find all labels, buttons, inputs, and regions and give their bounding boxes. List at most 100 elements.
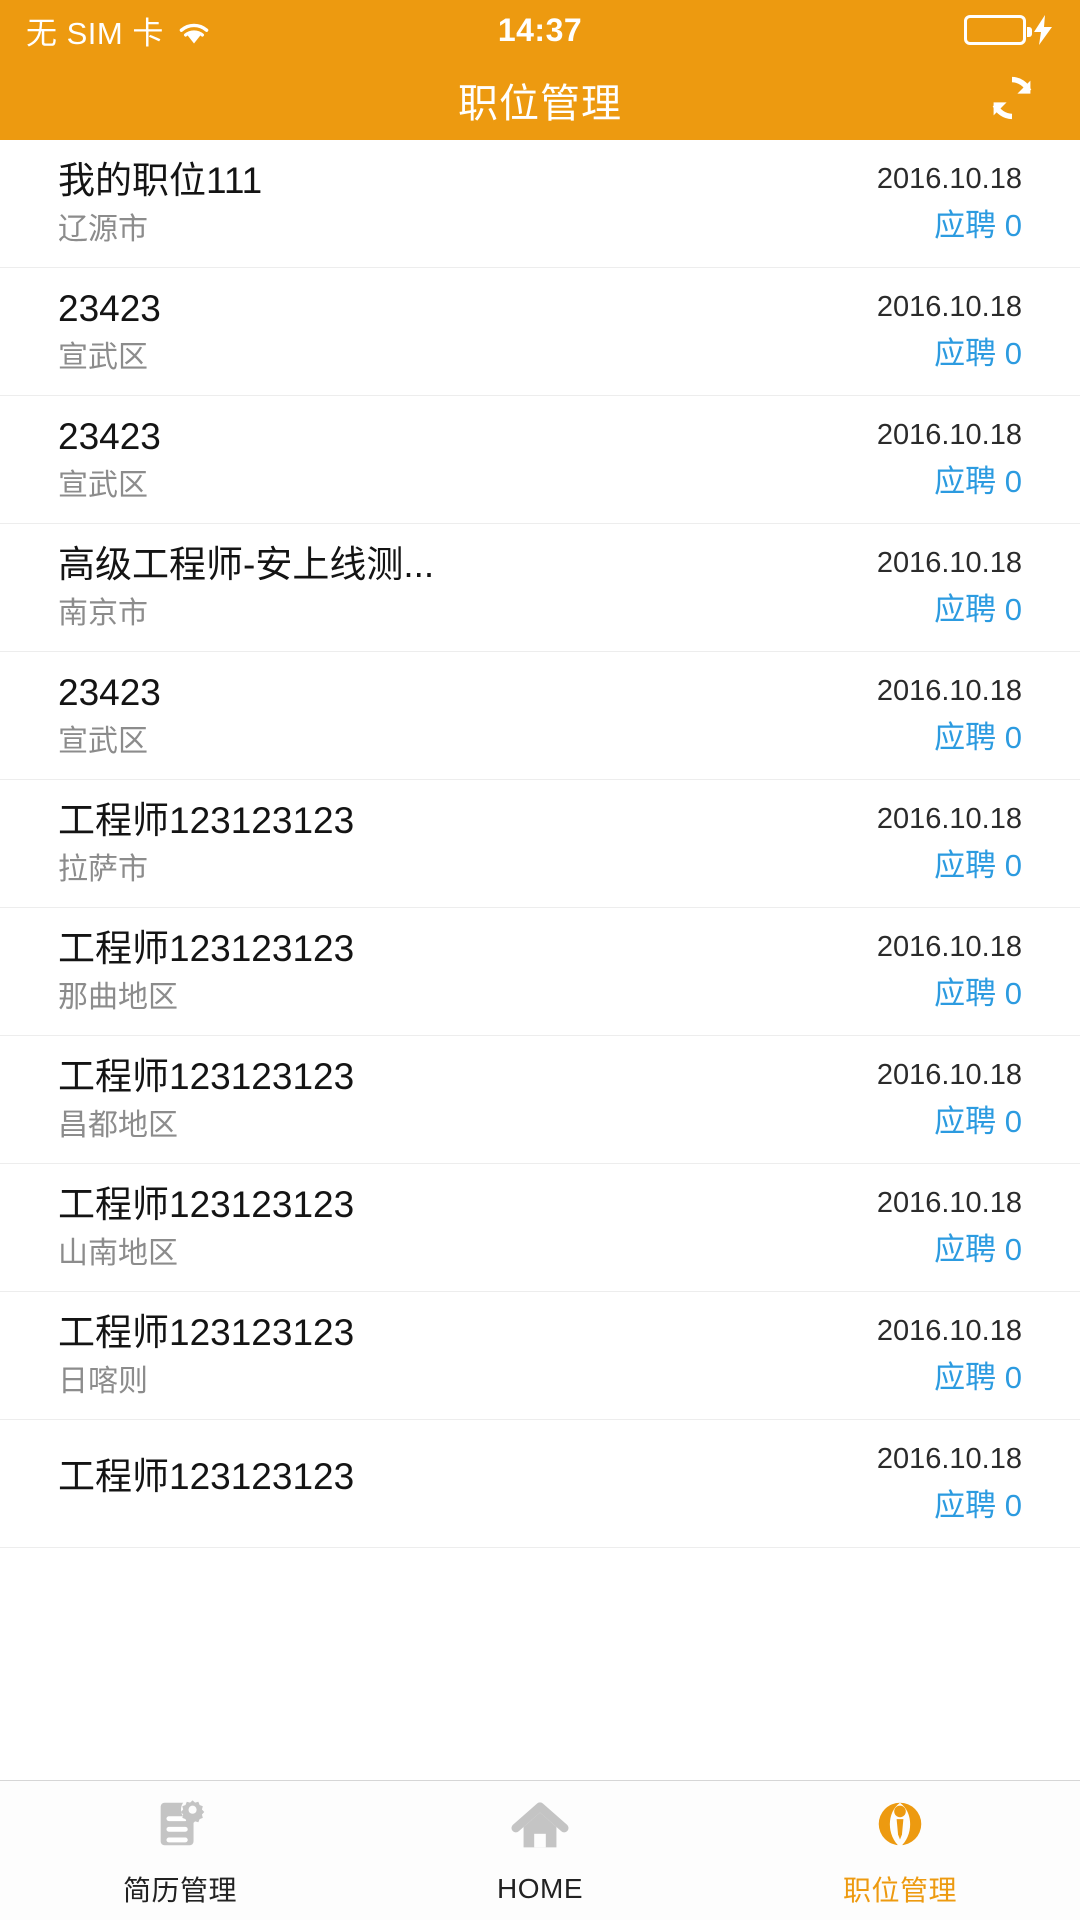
job-row[interactable]: 工程师123123123 昌都地区 2016.10.18 应聘 0 (0, 1036, 1080, 1164)
page-title: 职位管理 (458, 82, 622, 126)
job-apply-link[interactable]: 应聘 0 (934, 1234, 1022, 1267)
job-city: 那曲地区 (58, 980, 178, 1014)
job-title: 高级工程师-安上线测... (58, 543, 435, 585)
job-date: 2016.10.18 (876, 547, 1022, 579)
job-title: 23423 (58, 671, 161, 713)
job-city: 日喀则 (58, 1364, 148, 1398)
job-apply-link[interactable]: 应聘 0 (934, 1106, 1022, 1139)
job-row-content: 工程师123123123 昌都地区 2016.10.18 应聘 0 (0, 1036, 1080, 1163)
job-date: 2016.10.18 (876, 803, 1022, 835)
job-title: 工程师123123123 (58, 927, 355, 969)
job-city: 南京市 (58, 596, 148, 630)
job-apply-link[interactable]: 应聘 0 (934, 1490, 1022, 1523)
job-row-right: 2016.10.18 应聘 0 (877, 420, 1022, 499)
job-row-right: 2016.10.18 应聘 0 (877, 932, 1022, 1011)
job-apply-link[interactable]: 应聘 0 (934, 722, 1022, 755)
job-apply-link[interactable]: 应聘 0 (934, 338, 1022, 371)
job-row-left: 工程师123123123 昌都地区 (58, 1055, 355, 1142)
tab-job-management[interactable]: 职位管理 (720, 1781, 1080, 1920)
job-list[interactable]: 我的职位111 辽源市 2016.10.18 应聘 0 23423 宣武区 2016.10.… (0, 140, 1080, 1780)
job-apply-link[interactable]: 应聘 0 (934, 850, 1022, 883)
job-apply-link[interactable]: 应聘 0 (934, 1362, 1022, 1395)
job-row-right: 2016.10.18 应聘 0 (877, 804, 1022, 883)
job-row-right: 2016.10.18 应聘 0 (877, 548, 1022, 627)
job-row-right: 2016.10.18 应聘 0 (877, 164, 1022, 243)
job-title: 23423 (58, 415, 161, 457)
job-apply-link[interactable]: 应聘 0 (934, 466, 1022, 499)
job-row-left: 高级工程师-安上线测... 南京市 (58, 543, 435, 630)
job-date: 2016.10.18 (876, 931, 1022, 963)
job-row-left: 23423 宣武区 (58, 415, 161, 502)
job-row-left: 工程师123123123 山南地区 (58, 1183, 355, 1269)
tab-label-resume-management: 简历管理 (122, 1874, 237, 1906)
job-row[interactable]: 工程师123123123 日喀则 2016.10.18 应聘 0 (0, 1292, 1080, 1420)
job-row-left: 我的职位111 辽源市 (58, 159, 263, 245)
job-row-left: 23423 宣武区 (58, 287, 161, 374)
job-row-right: 2016.10.18 应聘 0 (877, 1444, 1022, 1523)
status-bar-clock: 14:37 (497, 11, 583, 48)
job-title: 工程师123123123 (58, 1455, 355, 1497)
job-row[interactable]: 23423 宣武区 2016.10.18 应聘 0 (0, 268, 1080, 396)
job-row[interactable]: 高级工程师-安上线测... 南京市 2016.10.18 应聘 0 (0, 524, 1080, 652)
job-date: 2016.10.18 (876, 1315, 1022, 1347)
job-apply-link[interactable]: 应聘 0 (934, 594, 1022, 627)
tab-home[interactable]: HOME (360, 1781, 720, 1920)
job-title: 我的职位111 (58, 159, 263, 201)
job-date: 2016.10.18 (876, 1187, 1022, 1219)
job-row[interactable]: 工程师123123123 拉萨市 2016.10.18 应聘 0 (0, 780, 1080, 908)
status-bar-right (964, 0, 1054, 60)
lightning-bolt-icon (1032, 15, 1054, 45)
tab-resume-management[interactable]: 简历管理 (0, 1781, 360, 1920)
job-row-right: 2016.10.18 应聘 0 (877, 1188, 1022, 1267)
job-date: 2016.10.18 (876, 1443, 1022, 1475)
job-apply-link[interactable]: 应聘 0 (934, 978, 1022, 1011)
job-title: 工程师123123123 (58, 1311, 355, 1353)
job-city: 昌都地区 (58, 1108, 178, 1142)
job-city: 宣武区 (58, 340, 148, 374)
job-row-content: 23423 宣武区 2016.10.18 应聘 0 (0, 652, 1080, 779)
refresh-button[interactable] (980, 68, 1044, 132)
job-row-content: 23423 宣武区 2016.10.18 应聘 0 (0, 396, 1080, 523)
job-row-content: 工程师123123123 那曲地区 2016.10.18 应聘 0 (0, 908, 1080, 1035)
job-date: 2016.10.18 (876, 675, 1022, 707)
job-row-left: 工程师123123123 那曲地区 (58, 927, 355, 1014)
job-row-right: 2016.10.18 应聘 0 (877, 1060, 1022, 1139)
job-row-content: 工程师123123123 日喀则 2016.10.18 应聘 0 (0, 1292, 1080, 1419)
job-date: 2016.10.18 (876, 291, 1022, 323)
status-bar: 无 SIM 卡 14:37 (0, 0, 1080, 60)
job-city: 宣武区 (58, 468, 148, 502)
job-title: 工程师123123123 (58, 1183, 355, 1225)
job-title: 23423 (58, 287, 161, 329)
app-screen: 无 SIM 卡 14:37 职位管理 我的职位111 辽源市 2016.10.1… (0, 0, 1080, 1920)
resume-settings-icon (151, 1793, 209, 1855)
job-row-left: 工程师123123123 日喀则 (58, 1311, 355, 1398)
job-row-content: 我的职位111 辽源市 2016.10.18 应聘 0 (0, 140, 1080, 267)
job-row[interactable]: 工程师123123123 2016.10.18 应聘 0 (0, 1420, 1080, 1548)
job-row-left: 23423 宣武区 (58, 671, 161, 758)
job-row-left: 工程师123123123 (58, 1455, 355, 1510)
job-row-left: 工程师123123123 拉萨市 (58, 801, 354, 886)
job-badge-icon (871, 1793, 929, 1855)
home-icon (511, 1797, 569, 1859)
job-row[interactable]: 工程师123123123 那曲地区 2016.10.18 应聘 0 (0, 908, 1080, 1036)
job-row-content: 工程师123123123 拉萨市 2016.10.18 应聘 0 (0, 780, 1080, 907)
job-date: 2016.10.18 (876, 419, 1022, 451)
job-date: 2016.10.18 (876, 163, 1022, 195)
job-row[interactable]: 23423 宣武区 2016.10.18 应聘 0 (0, 652, 1080, 780)
bottom-tab-bar: 简历管理 HOME 职位管理 (0, 1780, 1080, 1920)
navigation-bar: 职位管理 (0, 60, 1080, 140)
job-row-right: 2016.10.18 应聘 0 (877, 292, 1022, 371)
job-row[interactable]: 23423 宣武区 2016.10.18 应聘 0 (0, 396, 1080, 524)
job-row-right: 2016.10.18 应聘 0 (877, 1316, 1022, 1395)
job-row-content: 23423 宣武区 2016.10.18 应聘 0 (0, 268, 1080, 395)
job-date: 2016.10.18 (876, 1059, 1022, 1091)
job-row-content: 工程师123123123 山南地区 2016.10.18 应聘 0 (0, 1164, 1080, 1291)
job-row-content: 工程师123123123 2016.10.18 应聘 0 (0, 1420, 1080, 1547)
job-title: 工程师123123123 (58, 1055, 355, 1097)
job-city: 宣武区 (58, 724, 148, 758)
job-city: 拉萨市 (58, 852, 148, 886)
job-row[interactable]: 工程师123123123 山南地区 2016.10.18 应聘 0 (0, 1164, 1080, 1292)
job-row[interactable]: 我的职位111 辽源市 2016.10.18 应聘 0 (0, 140, 1080, 268)
job-apply-link[interactable]: 应聘 0 (934, 210, 1022, 243)
refresh-icon (986, 72, 1038, 129)
